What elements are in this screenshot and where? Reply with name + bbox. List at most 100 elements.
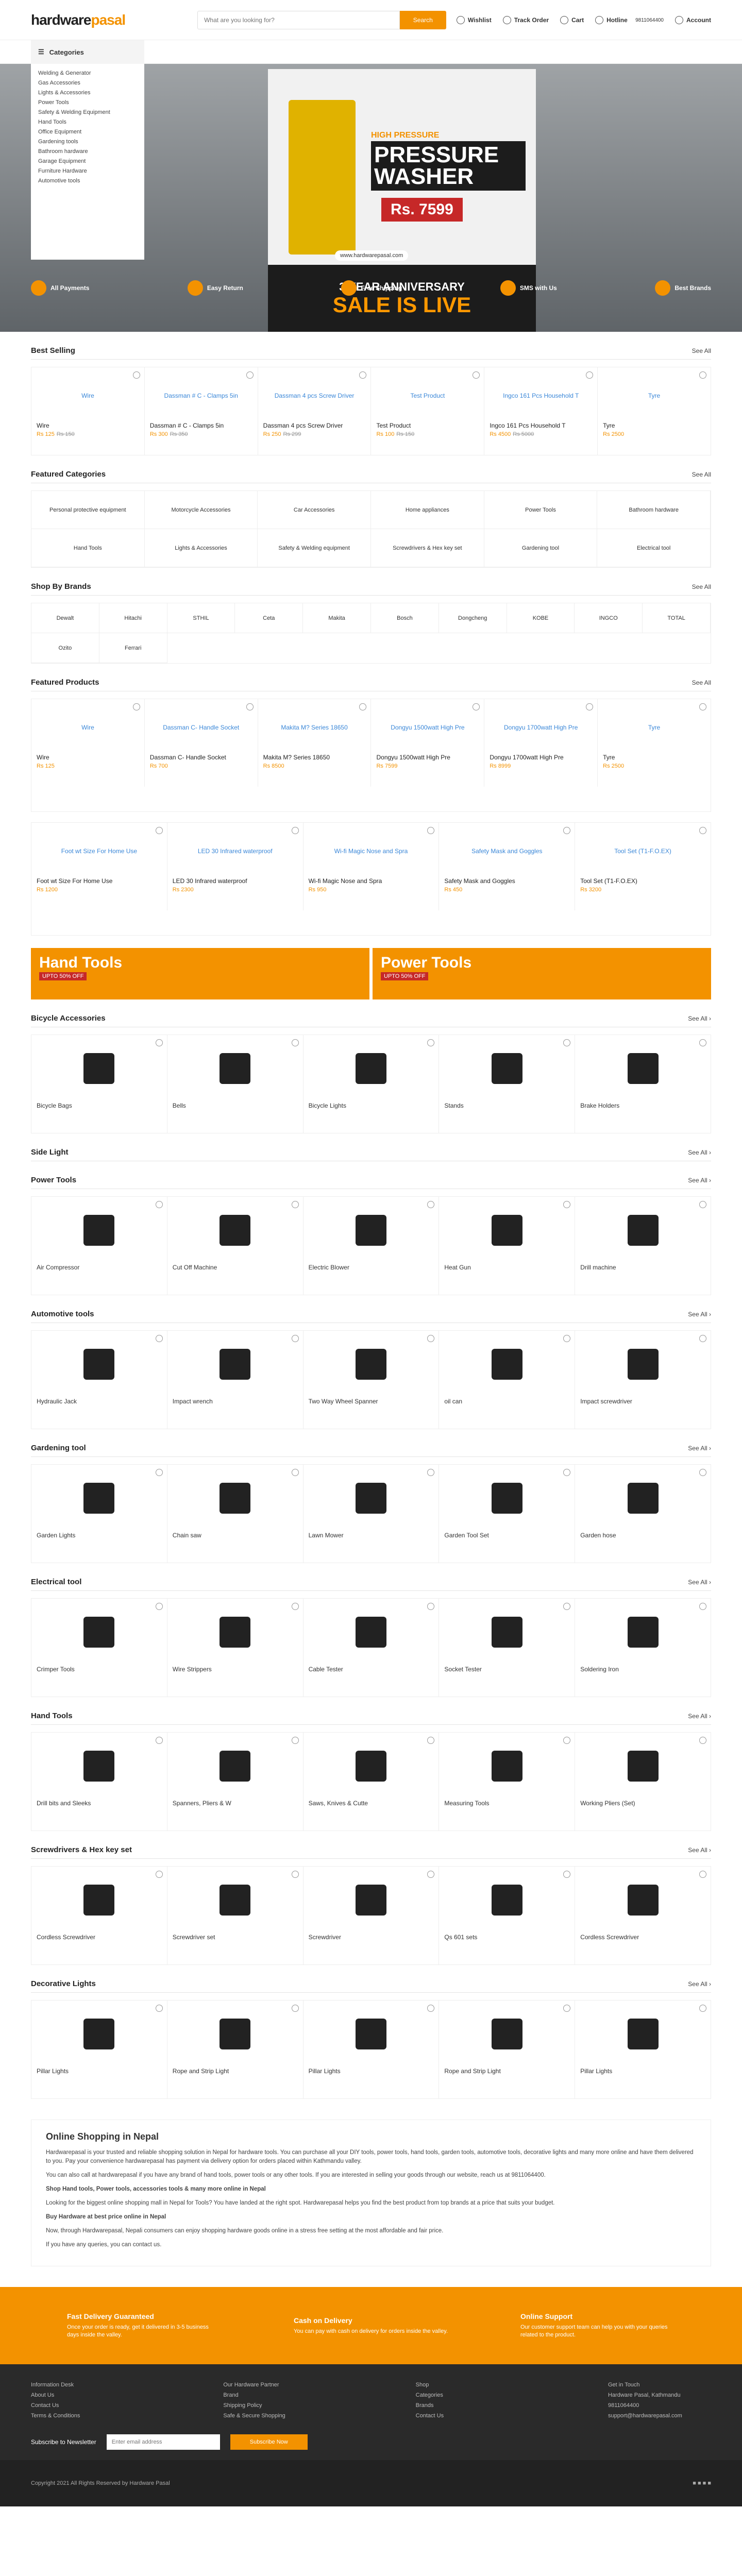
category-tile[interactable]: Gardening tool	[484, 529, 598, 567]
product-name[interactable]: Dongyu 1500watt High Pre	[376, 754, 479, 761]
product-name[interactable]: Bicycle Bags	[37, 1102, 162, 1109]
brand-tile[interactable]: Ceta	[235, 603, 303, 633]
promo-banner[interactable]: Hand Tools UPTO 50% OFF	[31, 948, 369, 999]
product-card[interactable]: Wi-fi Magic Nose and Spra Wi-fi Magic Nos…	[303, 823, 440, 910]
product-name[interactable]: Makita M? Series 18650	[263, 754, 366, 761]
heart-icon[interactable]	[699, 1201, 706, 1208]
footer-link[interactable]: About Us	[31, 2390, 134, 2400]
product-card[interactable]: Test Product Test Product Rs 100 Rs 150	[371, 367, 485, 455]
footer-link[interactable]: Information Desk	[31, 2380, 134, 2390]
product-name[interactable]: Cut Off Machine	[173, 1264, 298, 1271]
product-name[interactable]: Saws, Knives & Cutte	[309, 1800, 434, 1807]
footer-link[interactable]: Shop	[416, 2380, 519, 2390]
category-tile[interactable]: Lights & Accessories	[144, 529, 258, 567]
product-card[interactable]: Pillar Lights	[31, 2001, 167, 2098]
product-name[interactable]: Pillar Lights	[309, 2067, 434, 2075]
product-name[interactable]: Cable Tester	[309, 1666, 434, 1673]
product-name[interactable]: Tyre	[603, 754, 705, 761]
product-card[interactable]: Wire Wire Rs 125 Rs 150	[31, 367, 145, 455]
product-image[interactable]	[444, 1738, 569, 1794]
product-card[interactable]: Working Pliers (Set)	[575, 1733, 711, 1831]
product-name[interactable]: LED 30 Infrared waterproof	[173, 877, 298, 885]
product-image[interactable]: Tyre	[603, 704, 705, 751]
sidebar-category-item[interactable]: Lights & Accessories	[31, 88, 144, 97]
brand-tile[interactable]: STHIL	[167, 603, 235, 633]
product-image[interactable]	[309, 2006, 434, 2062]
product-name[interactable]: Pillar Lights	[37, 2067, 162, 2075]
product-name[interactable]: Cordless Screwdriver	[37, 1934, 162, 1941]
category-tile[interactable]: Personal protective equipment	[31, 491, 145, 529]
product-card[interactable]: Electric Blower	[303, 1197, 440, 1295]
heart-icon[interactable]	[291, 1469, 299, 1476]
product-name[interactable]: Garden Lights	[37, 1532, 162, 1539]
sidebar-category-item[interactable]: Furniture Hardware	[31, 166, 144, 176]
footer-link[interactable]: Categories	[416, 2390, 519, 2400]
see-all-link[interactable]: See All	[692, 583, 711, 590]
product-card[interactable]: Safety Mask and Goggles Safety Mask and G…	[439, 823, 576, 910]
product-card[interactable]: Rope and Strip Light	[167, 2001, 303, 2098]
product-image[interactable]: Wi-fi Magic Nose and Spra	[309, 828, 434, 874]
product-card[interactable]: Garden hose	[575, 1465, 711, 1563]
product-card[interactable]: Soldering Iron	[575, 1599, 711, 1697]
brand-tile[interactable]: Ozito	[31, 633, 99, 663]
product-image[interactable]	[173, 1872, 298, 1928]
product-card[interactable]: LED 30 Infrared waterproof LED 30 Infrare…	[167, 823, 303, 910]
product-image[interactable]: Foot wt Size For Home Use	[37, 828, 162, 874]
sidebar-category-item[interactable]: Bathroom hardware	[31, 146, 144, 156]
promo-banner[interactable]: Power Tools UPTO 50% OFF	[373, 948, 711, 999]
product-name[interactable]: Electric Blower	[309, 1264, 434, 1271]
product-name[interactable]: Bells	[173, 1102, 298, 1109]
product-image[interactable]	[444, 1336, 569, 1393]
product-card[interactable]: Rope and Strip Light	[439, 2001, 576, 2098]
product-name[interactable]: Pillar Lights	[580, 2067, 705, 2075]
brand-tile[interactable]: Bosch	[371, 603, 439, 633]
sidebar-category-item[interactable]: Automotive tools	[31, 176, 144, 185]
product-name[interactable]: Lawn Mower	[309, 1532, 434, 1539]
product-name[interactable]: Rope and Strip Light	[444, 2067, 569, 2075]
product-image[interactable]	[580, 1738, 705, 1794]
sidebar-category-item[interactable]: Welding & Generator	[31, 68, 144, 78]
product-card[interactable]: Dongyu 1700watt High Pre Dongyu 1700watt …	[484, 699, 598, 787]
heart-icon[interactable]	[291, 827, 299, 834]
footer-link[interactable]: support@hardwarepasal.com	[608, 2411, 711, 2421]
product-name[interactable]: Dassman # C - Clamps 5in	[150, 422, 252, 429]
product-name[interactable]: Drill machine	[580, 1264, 705, 1271]
product-name[interactable]: Dongyu 1700watt High Pre	[490, 754, 592, 761]
sidebar-category-item[interactable]: Gas Accessories	[31, 78, 144, 88]
product-card[interactable]: Dassman 4 pcs Screw Driver Dassman 4 pcs …	[258, 367, 372, 455]
product-name[interactable]: Ingco 161 Pcs Household T	[490, 422, 592, 429]
product-image[interactable]: Dassman 4 pcs Screw Driver	[263, 372, 366, 419]
product-name[interactable]: Safety Mask and Goggles	[444, 877, 569, 885]
product-image[interactable]	[580, 1604, 705, 1660]
footer-link[interactable]: Safe & Secure Shopping	[223, 2411, 326, 2421]
product-card[interactable]: oil can	[439, 1331, 576, 1429]
product-name[interactable]: Air Compressor	[37, 1264, 162, 1271]
product-card[interactable]: Wire Wire Rs 125	[31, 699, 145, 787]
product-image[interactable]: LED 30 Infrared waterproof	[173, 828, 298, 874]
heart-icon[interactable]	[291, 1871, 299, 1878]
heart-icon[interactable]	[699, 1335, 706, 1342]
heart-icon[interactable]	[291, 1737, 299, 1744]
track-order-link[interactable]: Track Order	[502, 16, 549, 24]
footer-link[interactable]: Contact Us	[31, 2400, 134, 2411]
product-image[interactable]	[173, 1040, 298, 1097]
product-card[interactable]: Saws, Knives & Cutte	[303, 1733, 440, 1831]
product-card[interactable]: Air Compressor	[31, 1197, 167, 1295]
product-image[interactable]	[580, 1202, 705, 1259]
sidebar-category-item[interactable]: Hand Tools	[31, 117, 144, 127]
category-tile[interactable]: Motorcycle Accessories	[144, 491, 258, 529]
brand-tile[interactable]: KOBE	[507, 603, 575, 633]
product-card[interactable]: Bells	[167, 1035, 303, 1133]
product-name[interactable]: Drill bits and Sleeks	[37, 1800, 162, 1807]
product-name[interactable]: Soldering Iron	[580, 1666, 705, 1673]
product-image[interactable]	[173, 1202, 298, 1259]
product-image[interactable]	[309, 1202, 434, 1259]
product-image[interactable]	[173, 1336, 298, 1393]
product-card[interactable]: Screwdriver set	[167, 1867, 303, 1964]
product-card[interactable]: Wire Strippers	[167, 1599, 303, 1697]
product-name[interactable]: Impact screwdriver	[580, 1398, 705, 1405]
product-card[interactable]: Ingco 161 Pcs Household T Ingco 161 Pcs H…	[484, 367, 598, 455]
product-card[interactable]: Spanners, Pliers & W	[167, 1733, 303, 1831]
product-card[interactable]: Hydraulic Jack	[31, 1331, 167, 1429]
search-button[interactable]: Search	[399, 11, 446, 29]
